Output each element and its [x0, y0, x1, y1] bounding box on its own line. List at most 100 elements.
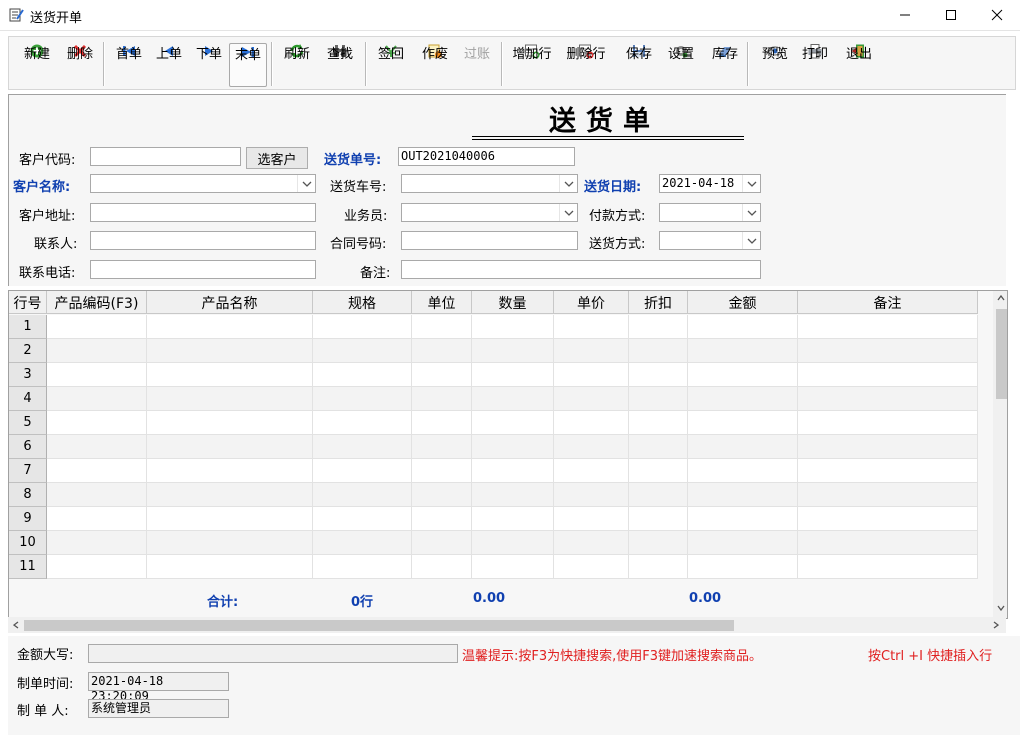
- order-no-input[interactable]: OUT2021040006: [398, 147, 575, 166]
- preview-button[interactable]: 预览: [759, 43, 791, 87]
- grid-cell-unit[interactable]: [412, 315, 472, 339]
- chevron-down-icon[interactable]: [559, 204, 577, 221]
- grid-cell-price[interactable]: [554, 459, 629, 483]
- grid-cell-unit[interactable]: [412, 411, 472, 435]
- grid-cell-product-code[interactable]: [47, 387, 147, 411]
- grid-cell-remark[interactable]: [798, 315, 978, 339]
- grid-cell-price[interactable]: [554, 315, 629, 339]
- grid-cell-remark[interactable]: [798, 339, 978, 363]
- table-row[interactable]: 8: [9, 483, 978, 507]
- save-button[interactable]: 保存: [623, 43, 655, 87]
- print-button[interactable]: 打印: [799, 43, 831, 87]
- grid-header-col-price[interactable]: 单价: [554, 291, 629, 314]
- grid-cell-remark[interactable]: [798, 387, 978, 411]
- delivery-date-picker[interactable]: 2021-04-18: [659, 174, 761, 193]
- grid-cell-price[interactable]: [554, 435, 629, 459]
- grid-cell-price[interactable]: [554, 507, 629, 531]
- scroll-right-icon[interactable]: [993, 621, 999, 629]
- table-row[interactable]: 7: [9, 459, 978, 483]
- void-button[interactable]: 作废: [419, 43, 451, 87]
- next-record-button[interactable]: 下单: [193, 43, 225, 87]
- grid-cell-spec[interactable]: [313, 363, 412, 387]
- grid-cell-qty[interactable]: [472, 387, 554, 411]
- grid-cell-discount[interactable]: [629, 387, 688, 411]
- stock-button[interactable]: 库存: [709, 43, 741, 87]
- grid-cell-product-code[interactable]: [47, 507, 147, 531]
- new-button[interactable]: 新建: [21, 43, 53, 87]
- delete-button[interactable]: 删除: [64, 43, 96, 87]
- grid-cell-product-name[interactable]: [147, 507, 313, 531]
- grid-cell-price[interactable]: [554, 387, 629, 411]
- grid-cell-price[interactable]: [554, 363, 629, 387]
- scroll-up-icon[interactable]: [997, 295, 1005, 301]
- grid-cell-spec[interactable]: [313, 483, 412, 507]
- chevron-down-icon[interactable]: [559, 175, 577, 192]
- grid-cell-unit[interactable]: [412, 531, 472, 555]
- grid-cell-price[interactable]: [554, 339, 629, 363]
- first-record-button[interactable]: 首单: [113, 43, 145, 87]
- payment-method-combo[interactable]: [659, 203, 761, 222]
- grid-cell-spec[interactable]: [313, 339, 412, 363]
- customer-code-input[interactable]: [90, 147, 241, 166]
- grid-cell-amount[interactable]: [688, 387, 798, 411]
- grid-cell-spec[interactable]: [313, 315, 412, 339]
- grid-cell-amount[interactable]: [688, 459, 798, 483]
- grid-header-col-unit[interactable]: 单位: [412, 291, 472, 314]
- grid-cell-product-name[interactable]: [147, 387, 313, 411]
- grid-cell-price[interactable]: [554, 483, 629, 507]
- customer-name-combo[interactable]: [90, 174, 316, 193]
- grid-cell-qty[interactable]: [472, 435, 554, 459]
- grid-cell-discount[interactable]: [629, 555, 688, 579]
- grid-cell-amount[interactable]: [688, 411, 798, 435]
- grid-cell-qty[interactable]: [472, 411, 554, 435]
- grid-cell-amount[interactable]: [688, 435, 798, 459]
- grid-cell-qty[interactable]: [472, 555, 554, 579]
- grid-cell-spec[interactable]: [313, 531, 412, 555]
- grid-cell-product-code[interactable]: [47, 531, 147, 555]
- grid-cell-qty[interactable]: [472, 483, 554, 507]
- salesman-combo[interactable]: [401, 203, 578, 222]
- maximize-button[interactable]: [928, 0, 974, 30]
- grid-cell-remark[interactable]: [798, 363, 978, 387]
- grid-cell-unit[interactable]: [412, 363, 472, 387]
- grid-cell-product-name[interactable]: [147, 339, 313, 363]
- grid-cell-qty[interactable]: [472, 507, 554, 531]
- grid-cell-unit[interactable]: [412, 483, 472, 507]
- grid-cell-product-name[interactable]: [147, 315, 313, 339]
- contact-input[interactable]: [90, 231, 316, 250]
- grid-cell-unit[interactable]: [412, 459, 472, 483]
- grid-cell-discount[interactable]: [629, 483, 688, 507]
- grid-cell-amount[interactable]: [688, 507, 798, 531]
- last-record-button[interactable]: 末单: [229, 43, 267, 87]
- grid-cell-unit[interactable]: [412, 555, 472, 579]
- grid-cell-product-code[interactable]: [47, 339, 147, 363]
- delivery-method-combo[interactable]: [659, 231, 761, 250]
- grid-cell-spec[interactable]: [313, 435, 412, 459]
- grid-header-col-remark[interactable]: 备注: [798, 291, 978, 314]
- sign-back-button[interactable]: 签回: [375, 43, 407, 87]
- find-button[interactable]: 查找: [324, 43, 356, 87]
- grid-header-col-spec[interactable]: 规格: [313, 291, 412, 314]
- table-row[interactable]: 2: [9, 339, 978, 363]
- grid-cell-amount[interactable]: [688, 483, 798, 507]
- grid-header-col-amount[interactable]: 金额: [688, 291, 798, 314]
- grid-cell-discount[interactable]: [629, 435, 688, 459]
- grid-cell-amount[interactable]: [688, 339, 798, 363]
- grid-cell-remark[interactable]: [798, 555, 978, 579]
- choose-customer-button[interactable]: 选客户: [246, 147, 308, 169]
- grid-cell-product-name[interactable]: [147, 459, 313, 483]
- settings-button[interactable]: 设置: [665, 43, 697, 87]
- grid-header-col-product-code[interactable]: 产品编码(F3): [47, 291, 147, 314]
- grid-cell-discount[interactable]: [629, 339, 688, 363]
- contract-no-input[interactable]: [401, 231, 578, 250]
- grid-cell-price[interactable]: [554, 531, 629, 555]
- post-button[interactable]: 过账: [461, 43, 493, 87]
- grid-cell-product-code[interactable]: [47, 555, 147, 579]
- grid-cell-product-name[interactable]: [147, 483, 313, 507]
- grid-cell-spec[interactable]: [313, 459, 412, 483]
- grid-cell-product-code[interactable]: [47, 411, 147, 435]
- grid-cell-discount[interactable]: [629, 531, 688, 555]
- customer-address-input[interactable]: [90, 203, 316, 222]
- grid-cell-discount[interactable]: [629, 315, 688, 339]
- grid-cell-amount[interactable]: [688, 555, 798, 579]
